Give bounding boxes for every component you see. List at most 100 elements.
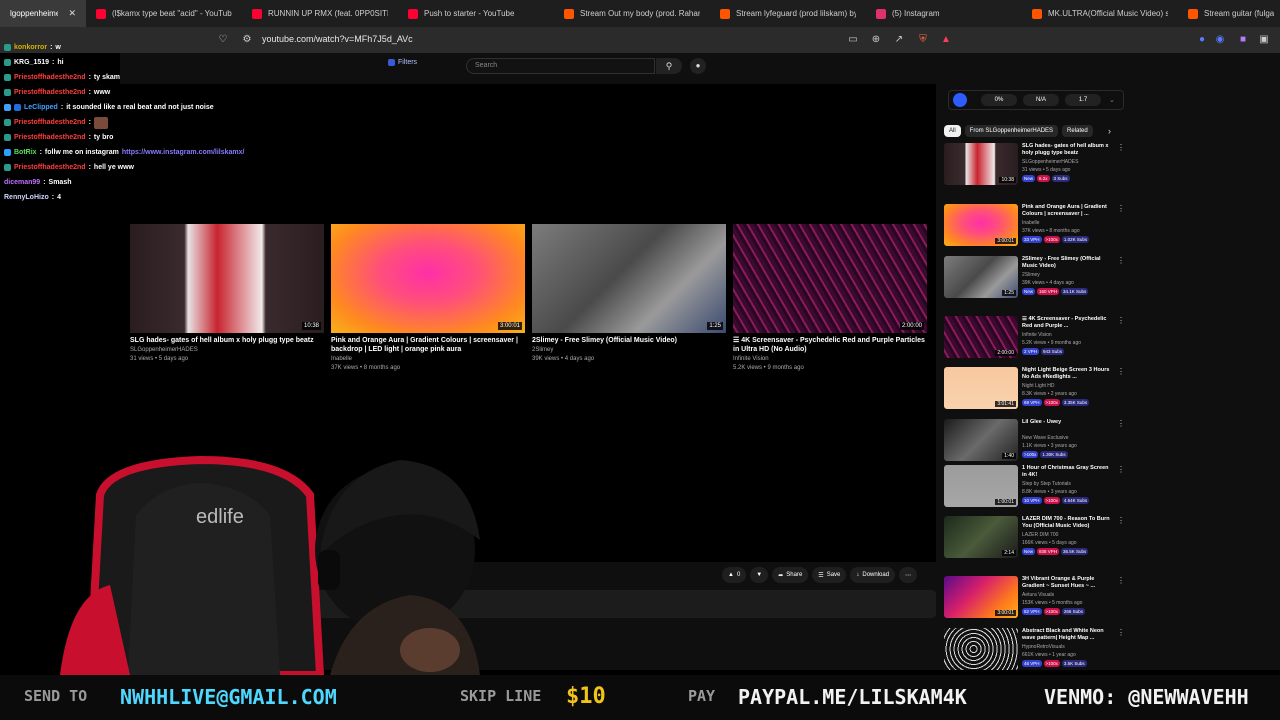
chevron-down-icon[interactable]: ⌄: [1109, 96, 1115, 104]
chat-username[interactable]: Priestoffhadesthe2nd: [14, 119, 86, 126]
related-video[interactable]: Abstract Black and White Neon wave patte…: [944, 628, 1125, 678]
related-video[interactable]: 2:14 LAZER DIM 700 - Reason To Burn You (…: [944, 516, 1125, 566]
download-button[interactable]: ↓ Download: [850, 567, 896, 583]
related-channel[interactable]: HypnoRetroVisuals: [1022, 644, 1065, 650]
browser-tab[interactable]: Stream lyfeguard (prod lilskam) by: [710, 0, 866, 27]
chevron-right-icon[interactable]: ›: [1108, 126, 1111, 136]
chat-username[interactable]: diceman99: [4, 179, 40, 186]
related-title[interactable]: 2Slimey - Free Slimey (Official Music Vi…: [1022, 256, 1114, 270]
chip-related[interactable]: Related: [1062, 125, 1093, 137]
browser-tab[interactable]: RUNNIN UP RMX (feat. 0PP0SITE): [242, 0, 398, 27]
related-channel[interactable]: New Wave Exclusive: [1022, 435, 1069, 441]
more-options-icon[interactable]: ⋮: [1117, 316, 1125, 325]
related-video[interactable]: 10:38 SLG hades- gates of hell album x ho…: [944, 143, 1125, 193]
related-video[interactable]: 3:00:01 3H Vibrant Orange & Purple Gradie…: [944, 576, 1125, 626]
related-title[interactable]: SLG hades- gates of hell album x holy pl…: [1022, 143, 1114, 157]
endcard-video[interactable]: 1:25 2Slimey - Free Slimey (Official Musi…: [532, 224, 726, 363]
endcard-thumbnail[interactable]: 1:25: [532, 224, 726, 333]
endcard-title[interactable]: ☰ 4K Screensaver - Psychedelic Red and P…: [733, 336, 927, 354]
related-thumbnail[interactable]: 1:00:01: [944, 465, 1018, 507]
extensions-icon[interactable]: ▣: [1258, 34, 1270, 46]
related-channel[interactable]: Night Light HD: [1022, 383, 1055, 389]
extension-icon-2[interactable]: ◉: [1214, 34, 1226, 46]
related-thumbnail[interactable]: 3:01:41: [944, 367, 1018, 409]
endcard-channel[interactable]: Infinite Vision: [733, 355, 927, 363]
related-channel[interactable]: Step by Step Tutorials: [1022, 481, 1071, 487]
browser-tab[interactable]: MK.ULTRA(Official Music Video) sh: [1022, 0, 1178, 27]
like-button[interactable]: ▲ 0: [722, 567, 747, 583]
chat-username[interactable]: RennyLoHizo: [4, 194, 49, 201]
related-title[interactable]: Abstract Black and White Neon wave patte…: [1022, 628, 1114, 642]
endcard-thumbnail[interactable]: 3:00:01: [331, 224, 525, 333]
search-button[interactable]: ⚲: [656, 58, 682, 74]
browser-tab[interactable]: (l$kamx type beat "acid" - YouTub: [86, 0, 242, 27]
close-tab-icon[interactable]: ✕: [68, 8, 76, 19]
chat-username[interactable]: BotRix: [14, 149, 37, 156]
related-video[interactable]: 3:01:41 Night Light Beige Screen 3 Hours …: [944, 367, 1125, 417]
chat-username[interactable]: konkorror: [14, 44, 47, 51]
related-video[interactable]: 3:00:01 Pink and Orange Aura | Gradient C…: [944, 204, 1125, 254]
related-video[interactable]: 1:00:01 1 Hour of Christmas Gray Screen i…: [944, 465, 1125, 515]
endcard-title[interactable]: 2Slimey - Free Slimey (Official Music Vi…: [532, 336, 726, 345]
endcard-title[interactable]: SLG hades- gates of hell album x holy pl…: [130, 336, 324, 345]
related-title[interactable]: 1 Hour of Christmas Gray Screen in 4K!: [1022, 465, 1114, 479]
related-title[interactable]: LAZER DIM 700 - Reason To Burn You (Offi…: [1022, 516, 1114, 530]
rewards-icon[interactable]: ▲: [940, 34, 952, 46]
browser-tab[interactable]: Stream Out my body (prod. Rahara: [554, 0, 710, 27]
endcard-video[interactable]: 10:38 SLG hades- gates of hell album x ho…: [130, 224, 324, 363]
chat-username[interactable]: Priestoffhadesthe2nd: [14, 74, 86, 81]
chat-username[interactable]: KRG_1519: [14, 59, 49, 66]
related-channel[interactable]: 2Slimey: [1022, 272, 1040, 278]
browser-tab[interactable]: lgoppenheimer h ✕: [0, 0, 86, 27]
chat-link[interactable]: https://www.instagram.com/lilskamx/: [122, 149, 245, 156]
chat-username[interactable]: Priestoffhadesthe2nd: [14, 164, 86, 171]
zoom-icon[interactable]: ⊕: [870, 34, 882, 46]
related-channel[interactable]: Inabelle: [1022, 220, 1040, 226]
filters-button[interactable]: Filters: [388, 59, 417, 66]
related-channel[interactable]: Infinite Vision: [1022, 332, 1052, 338]
share-button[interactable]: ➦ Share: [772, 567, 809, 583]
related-title[interactable]: Night Light Beige Screen 3 Hours No Ads …: [1022, 367, 1114, 381]
more-options-icon[interactable]: ⋮: [1117, 204, 1125, 213]
related-title[interactable]: Lil Glee - Uwey: [1022, 419, 1114, 426]
endcard-channel[interactable]: Inabelle: [331, 355, 525, 363]
save-button[interactable]: ☰ Save: [812, 567, 847, 583]
endcard-thumbnail[interactable]: 2:00:00: [733, 224, 927, 333]
endcard-title[interactable]: Pink and Orange Aura | Gradient Colours …: [331, 336, 525, 354]
extension-icon-3[interactable]: ■: [1237, 34, 1249, 46]
related-thumbnail[interactable]: 2:00:00: [944, 316, 1018, 358]
more-options-icon[interactable]: ⋮: [1117, 576, 1125, 585]
cast-icon[interactable]: ▭: [847, 34, 859, 46]
share-icon[interactable]: ↗: [893, 34, 905, 46]
more-options-icon[interactable]: ⋮: [1117, 419, 1125, 428]
endcard-thumbnail[interactable]: 10:38: [130, 224, 324, 333]
related-thumbnail[interactable]: [944, 628, 1018, 670]
endcard-channel[interactable]: SLGoppenheimerHADES: [130, 346, 324, 354]
chip-all[interactable]: All: [944, 125, 961, 137]
related-title[interactable]: ☰ 4K Screensaver - Psychedelic Red and P…: [1022, 316, 1114, 330]
related-title[interactable]: Pink and Orange Aura | Gradient Colours …: [1022, 204, 1114, 218]
more-actions-button[interactable]: ⋯: [899, 567, 918, 583]
related-video[interactable]: 1:40 Lil Glee - Uwey New Wave Exclusive 1.1…: [944, 419, 1125, 469]
browser-tab[interactable]: Push to starter - YouTube: [398, 0, 554, 27]
chat-username[interactable]: Priestoffhadesthe2nd: [14, 134, 86, 141]
more-options-icon[interactable]: ⋮: [1117, 256, 1125, 265]
chat-username[interactable]: LeClipped: [24, 104, 58, 111]
related-video[interactable]: 1:25 2Slimey - Free Slimey (Official Musi…: [944, 256, 1125, 306]
browser-tab[interactable]: (5) Instagram: [866, 0, 1022, 27]
related-thumbnail[interactable]: 3:00:01: [944, 576, 1018, 618]
related-channel[interactable]: SLGoppenheimerHADES: [1022, 159, 1078, 165]
related-thumbnail[interactable]: 10:38: [944, 143, 1018, 185]
chip-from-channel[interactable]: From SLGoppenheimerHADES: [964, 125, 1059, 137]
endcard-channel[interactable]: 2Slimey: [532, 346, 726, 354]
extension-icon[interactable]: ●: [1196, 34, 1208, 46]
related-thumbnail[interactable]: 1:25: [944, 256, 1018, 298]
more-options-icon[interactable]: ⋮: [1117, 143, 1125, 152]
related-channel[interactable]: Aetura Visuals: [1022, 592, 1054, 598]
related-channel[interactable]: LAZER DIM 700: [1022, 532, 1058, 538]
related-thumbnail[interactable]: 2:14: [944, 516, 1018, 558]
endcard-video[interactable]: 3:00:01 Pink and Orange Aura | Gradient C…: [331, 224, 525, 372]
dislike-button[interactable]: ▼: [750, 567, 769, 583]
more-options-icon[interactable]: ⋮: [1117, 628, 1125, 637]
browser-tab[interactable]: Stream guitar (fulgan: [1178, 0, 1280, 27]
